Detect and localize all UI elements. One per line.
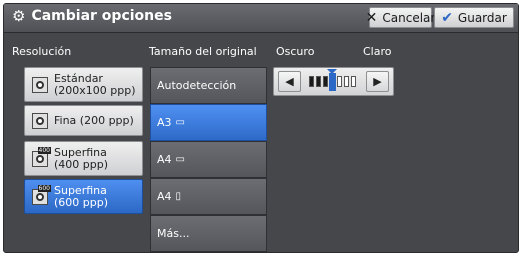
right-arrow-icon: ▶ xyxy=(373,75,382,88)
dialog-header: ⚙ Cambiar opciones ✕ Cancelar ✔ Guardar xyxy=(4,4,518,33)
darker-button[interactable]: ◀ xyxy=(278,71,301,92)
resolution-option-line: (200x100 ppp) xyxy=(54,83,136,97)
density-indicator-pointer xyxy=(327,69,337,74)
density-level-bar xyxy=(337,76,342,87)
size-option-a4-portrait[interactable]: A4 ▯ xyxy=(150,178,267,215)
portrait-paper-icon: ▯ xyxy=(175,190,182,202)
resolution-label: Resolución xyxy=(12,45,72,58)
dialog-title: ⚙ Cambiar opciones xyxy=(12,8,172,24)
magnifier-400-icon: 400 xyxy=(32,146,51,167)
checkmark-icon: ✔ xyxy=(441,9,453,26)
size-option-autodetect[interactable]: Autodetección xyxy=(150,67,267,104)
dialog-title-text: Cambiar opciones xyxy=(31,8,172,24)
magnifier-standard-icon xyxy=(32,76,48,93)
size-option-label: Autodetección xyxy=(157,79,237,92)
magnifier-600-icon: 600 xyxy=(32,184,51,205)
density-level-bar xyxy=(309,76,314,87)
original-size-label: Tamaño del original xyxy=(149,45,257,58)
size-option-label: A4 xyxy=(157,190,172,203)
left-arrow-icon: ◀ xyxy=(285,75,294,88)
density-scale[interactable] xyxy=(307,69,363,91)
resolution-option-line: (400 ppp) xyxy=(54,157,109,171)
resolution-option-standard[interactable]: Estándar (200x100 ppp) xyxy=(24,67,143,102)
density-control: ◀ ▶ xyxy=(273,67,394,96)
cancel-label: Cancelar xyxy=(382,10,436,25)
options-dialog: ⚙ Cambiar opciones ✕ Cancelar ✔ Guardar … xyxy=(3,3,519,253)
cancel-button[interactable]: ✕ Cancelar xyxy=(365,7,436,28)
lighter-button[interactable]: ▶ xyxy=(366,71,389,92)
resolution-option-fine[interactable]: Fina (200 ppp) xyxy=(24,105,143,136)
size-option-more[interactable]: Más... xyxy=(150,215,267,252)
size-option-label: Más... xyxy=(157,227,190,240)
landscape-paper-icon: ▭ xyxy=(175,153,185,165)
resolution-option-line: Fina (200 ppp) xyxy=(54,113,134,127)
size-option-label: A4 xyxy=(157,153,172,166)
size-option-label: A3 xyxy=(157,116,172,129)
save-label: Guardar xyxy=(457,10,507,25)
close-icon: ✕ xyxy=(365,9,378,26)
save-button[interactable]: ✔ Guardar xyxy=(434,7,514,28)
density-level-bar xyxy=(323,76,328,87)
density-dark-label: Oscuro xyxy=(276,45,315,58)
landscape-paper-icon: ▭ xyxy=(175,116,185,128)
density-level-bar xyxy=(344,76,349,87)
density-level-bar xyxy=(316,76,321,87)
density-level-bar xyxy=(351,76,356,87)
magnifier-fine-icon xyxy=(32,112,48,129)
resolution-option-superfine-400[interactable]: 400 Superfina (400 ppp) xyxy=(24,141,143,176)
resolution-option-line: (600 ppp) xyxy=(54,195,109,209)
gear-icon: ⚙ xyxy=(12,6,26,25)
size-option-a4-landscape[interactable]: A4 ▭ xyxy=(150,141,267,178)
size-option-a3[interactable]: A3 ▭ xyxy=(150,104,267,141)
resolution-option-superfine-600[interactable]: 600 Superfina (600 ppp) xyxy=(24,179,143,214)
density-light-label: Claro xyxy=(363,45,392,58)
density-indicator xyxy=(329,73,336,91)
